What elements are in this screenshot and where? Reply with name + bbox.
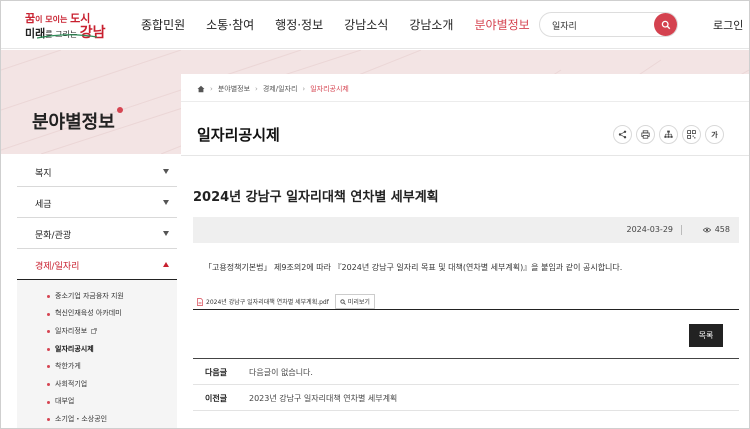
share-button[interactable] <box>613 125 632 144</box>
nav-item-field-info[interactable]: 분야별정보 <box>474 16 529 33</box>
nav-item-administration[interactable]: 행정·정보 <box>275 16 323 33</box>
breadcrumb-current: 일자리공시제 <box>310 85 349 93</box>
login-link[interactable]: 로그인 <box>713 17 743 33</box>
prev-post-row[interactable]: 이전글 2023년 강남구 일자리대책 연차별 세부계획 <box>193 385 739 411</box>
breadcrumb-item[interactable]: 경제/일자리 <box>263 84 298 94</box>
chevron-up-icon <box>163 262 169 267</box>
post-date: 2024-03-29 <box>626 225 674 234</box>
prev-post-label: 이전글 <box>205 394 228 403</box>
divider <box>181 155 749 156</box>
search-box <box>539 12 678 37</box>
submenu-item[interactable]: 사회적기업 <box>17 375 177 393</box>
page-tools: 가 <box>613 125 728 144</box>
submenu-item[interactable]: 중소기업 자금융자 지원 <box>17 287 177 305</box>
sidebar-item-culture-tourism[interactable]: 문화/관광 <box>17 218 177 249</box>
sidebar-title: 분야별정보 <box>32 107 123 134</box>
submenu-item[interactable]: 혁신인재육성 아카데미 <box>17 305 177 323</box>
submenu-item[interactable]: 착한가게 <box>17 357 177 375</box>
qr-code-button[interactable] <box>682 125 701 144</box>
eye-icon <box>702 227 711 232</box>
sitemap-icon <box>664 130 673 138</box>
share-icon <box>618 130 627 139</box>
magnifier-icon <box>340 298 346 305</box>
qr-code-icon <box>687 130 696 139</box>
meta-divider <box>681 225 682 235</box>
content-card: › 분야별정보 › 경제/일자리 › 일자리공시제 일자리공시제 가 2024년… <box>181 74 749 428</box>
chevron-down-icon <box>163 169 169 174</box>
sidebar-menu: 복지 세금 문화/관광 경제/일자리 중소기업 자금융자 지원 혁신인재육성 아… <box>17 156 177 428</box>
page-frame: 꿈이 모이는 도시 미래를 그리는 강남 종합민원 소통·참여 행정·정보 강남… <box>0 0 750 429</box>
divider <box>181 101 749 102</box>
list-button[interactable]: 목록 <box>689 324 723 347</box>
print-button[interactable] <box>636 125 655 144</box>
site-header: 꿈이 모이는 도시 미래를 그리는 강남 종합민원 소통·참여 행정·정보 강남… <box>1 1 749 49</box>
pdf-file-icon <box>197 297 203 306</box>
post-navigation: 다음글 다음글이 없습니다. 이전글 2023년 강남구 일자리대책 연차별 세… <box>193 358 739 411</box>
attachment-filename[interactable]: 2024년 강남구 일자리대책 연차별 세부계획.pdf <box>206 297 329 306</box>
title-dot <box>116 107 123 113</box>
print-icon <box>641 130 650 139</box>
logo-swoosh <box>37 34 97 39</box>
submenu-item[interactable]: 대부업 <box>17 393 177 411</box>
global-nav: 종합민원 소통·참여 행정·정보 강남소식 강남소개 분야별정보 <box>141 1 551 47</box>
home-icon[interactable] <box>197 85 205 93</box>
search-icon <box>661 20 670 29</box>
gangnam-logo[interactable]: 꿈이 모이는 도시 미래를 그리는 강남 <box>25 10 115 41</box>
search-button[interactable] <box>654 13 677 36</box>
sitemap-button[interactable] <box>659 125 678 144</box>
nav-item-civil-service[interactable]: 종합민원 <box>141 16 185 33</box>
preview-button[interactable]: 미리보기 <box>334 294 375 309</box>
next-post-label: 다음글 <box>205 368 228 377</box>
post-meta-bar: 2024-03-29 458 <box>193 217 739 243</box>
font-size-button[interactable]: 가 <box>705 125 724 144</box>
next-post-row: 다음글 다음글이 없습니다. <box>193 359 739 385</box>
submenu-item[interactable]: 소기업・소상공인 <box>17 410 177 428</box>
nav-item-about[interactable]: 강남소개 <box>409 16 453 33</box>
nav-item-communication[interactable]: 소통·참여 <box>206 16 254 33</box>
external-link-icon <box>91 328 98 334</box>
nav-item-news[interactable]: 강남소식 <box>344 16 388 33</box>
attachment-row: 2024년 강남구 일자리대책 연차별 세부계획.pdf 미리보기 <box>197 294 375 309</box>
breadcrumb: › 분야별정보 › 경제/일자리 › 일자리공시제 <box>197 82 349 96</box>
page-title: 일자리공시제 <box>197 126 280 144</box>
breadcrumb-item[interactable]: 분야별정보 <box>218 84 250 94</box>
post-body: 「고용정책기본법」 제9조의2에 따라 『2024년 강남구 일자리 목표 및 … <box>204 263 623 272</box>
chevron-down-icon <box>163 200 169 205</box>
divider <box>193 309 739 310</box>
view-count: 458 <box>702 225 730 234</box>
search-input[interactable] <box>552 18 652 32</box>
logo-line-2: 미래를 그리는 강남 <box>25 25 106 41</box>
submenu-item-job-info[interactable]: 일자리정보 <box>17 322 177 340</box>
post-title: 2024년 강남구 일자리대책 연차별 세부계획 <box>193 190 439 205</box>
sidebar-item-economy-jobs[interactable]: 경제/일자리 <box>17 249 177 280</box>
prev-post-link[interactable]: 2023년 강남구 일자리대책 연차별 세부계획 <box>249 393 397 404</box>
next-post-text: 다음글이 없습니다. <box>249 368 313 377</box>
sidebar-item-tax[interactable]: 세금 <box>17 187 177 218</box>
chevron-down-icon <box>163 231 169 236</box>
sidebar-item-welfare[interactable]: 복지 <box>17 156 177 187</box>
submenu-item-current[interactable]: 일자리공시제 <box>17 340 177 358</box>
sidebar-submenu: 중소기업 자금융자 지원 혁신인재육성 아카데미 일자리정보 일자리공시제 착한… <box>17 280 177 428</box>
